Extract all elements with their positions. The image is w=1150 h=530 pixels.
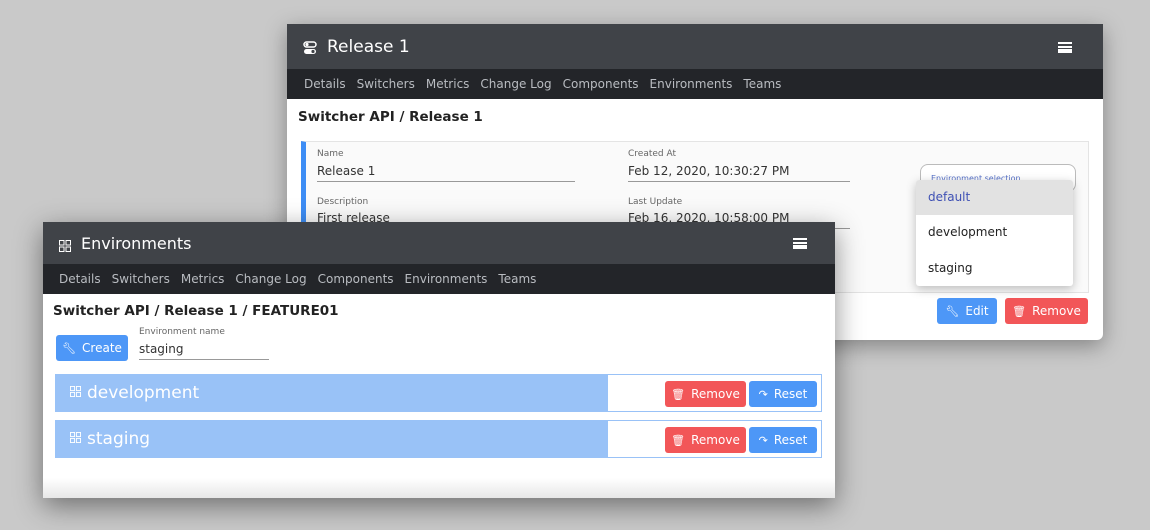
edit-label: Edit [965, 304, 989, 318]
nav-teams[interactable]: Teams [498, 272, 536, 286]
environment-row-staging: staging 🗑︎ Remove ↷ Reset [55, 420, 822, 458]
window-title: Release 1 [327, 36, 410, 57]
release-header: Release 1 [287, 24, 1103, 69]
hamburger-icon[interactable] [793, 238, 807, 249]
environment-name: staging [87, 429, 151, 449]
reset-label: Reset [773, 387, 808, 401]
description-label: Description [317, 197, 369, 207]
breadcrumb: Switcher API / Release 1 [298, 109, 483, 125]
nav-components[interactable]: Components [563, 77, 639, 91]
environment-band: development [56, 375, 608, 411]
reply-arrow-icon: ↷ [758, 387, 768, 401]
option-staging[interactable]: staging [916, 251, 1073, 286]
environments-nav: Details Switchers Metrics Change Log Com… [43, 264, 835, 294]
environments-header: Environments [43, 222, 835, 264]
environment-name: development [87, 383, 200, 403]
grid-icon [70, 386, 81, 400]
environments-window: Environments Details Switchers Metrics C… [43, 222, 835, 498]
nav-details[interactable]: Details [304, 77, 346, 91]
toggle-icon [303, 40, 317, 54]
create-label: Create [82, 341, 122, 355]
created-at-value: Feb 12, 2020, 10:30:27 PM [628, 164, 850, 182]
nav-metrics[interactable]: Metrics [181, 272, 225, 286]
grid-icon [70, 432, 81, 446]
breadcrumb: Switcher API / Release 1 / FEATURE01 [53, 303, 339, 319]
environment-dropdown: default development staging [916, 180, 1073, 286]
nav-switchers[interactable]: Switchers [357, 77, 415, 91]
environment-name-input[interactable]: staging [139, 342, 269, 360]
remove-label: Remove [691, 387, 740, 401]
remove-button[interactable]: 🗑︎ Remove [1005, 298, 1088, 324]
wrench-icon: 🔧︎ [945, 304, 960, 318]
reset-button[interactable]: ↷ Reset [749, 427, 817, 453]
nav-switchers[interactable]: Switchers [112, 272, 170, 286]
trash-icon: 🗑︎ [1012, 304, 1027, 318]
environment-row-development: development 🗑︎ Remove ↷ Reset [55, 374, 822, 412]
nav-details[interactable]: Details [59, 272, 101, 286]
name-label: Name [317, 149, 344, 159]
grid-icon [59, 237, 71, 252]
trash-icon: 🗑︎ [671, 387, 686, 401]
option-default[interactable]: default [916, 180, 1073, 216]
wrench-icon: 🔧︎ [62, 341, 77, 355]
create-button[interactable]: 🔧︎ Create [56, 335, 128, 361]
reply-arrow-icon: ↷ [758, 433, 768, 447]
window-fade [43, 478, 835, 498]
nav-change-log[interactable]: Change Log [480, 77, 551, 91]
created-at-label: Created At [628, 149, 677, 159]
nav-metrics[interactable]: Metrics [426, 77, 470, 91]
nav-components[interactable]: Components [318, 272, 394, 286]
environment-name-label: Environment name [139, 327, 225, 337]
remove-label: Remove [1032, 304, 1081, 318]
remove-button[interactable]: 🗑︎ Remove [665, 381, 746, 407]
edit-button[interactable]: 🔧︎ Edit [937, 298, 997, 324]
option-development[interactable]: development [916, 215, 1073, 250]
trash-icon: 🗑︎ [671, 433, 686, 447]
nav-environments[interactable]: Environments [405, 272, 488, 286]
name-field[interactable]: Release 1 [317, 164, 575, 182]
environment-band: staging [56, 421, 608, 457]
reset-button[interactable]: ↷ Reset [749, 381, 817, 407]
nav-environments[interactable]: Environments [650, 77, 733, 91]
hamburger-icon[interactable] [1058, 42, 1072, 53]
nav-change-log[interactable]: Change Log [235, 272, 306, 286]
remove-label: Remove [691, 433, 740, 447]
last-update-label: Last Update [628, 197, 683, 207]
reset-label: Reset [773, 433, 808, 447]
release-nav: Details Switchers Metrics Change Log Com… [287, 69, 1103, 99]
nav-teams[interactable]: Teams [743, 77, 781, 91]
window-title: Environments [81, 233, 192, 253]
remove-button[interactable]: 🗑︎ Remove [665, 427, 746, 453]
